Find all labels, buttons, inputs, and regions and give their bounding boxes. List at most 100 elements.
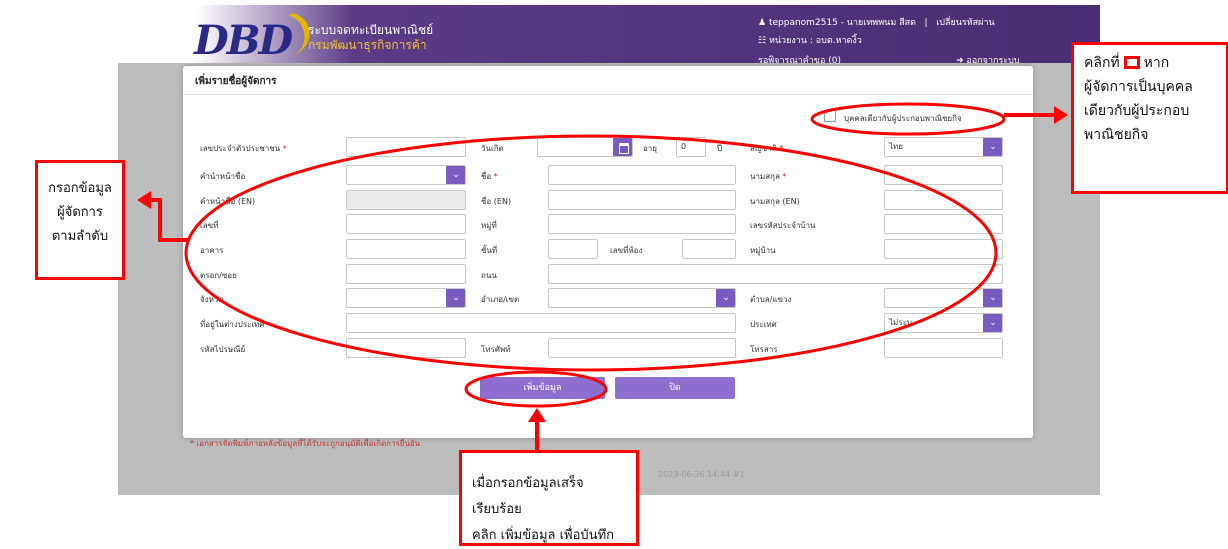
postcode-input[interactable]: [346, 338, 466, 358]
annotation-right-suffix: หาก: [1143, 55, 1170, 71]
fax-label: โทรสาร: [750, 345, 778, 354]
first-name-en-input[interactable]: [548, 190, 736, 210]
background-note: * เอกสารจัดพิมพ์ภายหลังข้อมูลที่ได้รับจะ…: [190, 439, 421, 448]
add-data-button[interactable]: เพิ่มข้อมูล: [480, 377, 605, 399]
annotation-right-line3: เดียวกับผู้ประกอบ: [1084, 103, 1190, 119]
house-code-input[interactable]: [884, 214, 1003, 234]
postcode-label: รหัสไปรษณีย์: [200, 345, 246, 354]
chevron-down-icon[interactable]: ⌄: [983, 314, 1002, 332]
road-input[interactable]: [548, 264, 1003, 284]
first-name-input[interactable]: [548, 165, 736, 185]
stage: DBD ระบบจดทะเบียนพาณิชย์ กรมพัฒนาธุรกิจก…: [0, 0, 1228, 549]
background-timestamp: 2023-06-26 14:44 #1: [658, 470, 745, 479]
moo-input[interactable]: [548, 214, 736, 234]
id-card-input[interactable]: [346, 137, 466, 157]
nationality-value: ไทย: [889, 142, 903, 151]
chevron-down-icon[interactable]: ⌄: [983, 138, 1002, 156]
last-name-label-text: นามสกุล: [750, 172, 780, 181]
annotation-right-line2: ผู้จัดการเป็นบุคคล: [1084, 79, 1193, 95]
birth-date-label: วันเกิด: [481, 144, 504, 153]
room-input[interactable]: [682, 239, 736, 259]
subdistrict-select[interactable]: ⌄: [884, 288, 1003, 308]
chevron-down-icon[interactable]: ⌄: [446, 166, 465, 184]
age-input[interactable]: 0: [676, 137, 706, 157]
annotation-right-line4: พาณิชยกิจ: [1084, 127, 1149, 143]
last-name-label: นามสกุล *: [750, 170, 786, 183]
same-person-checkbox[interactable]: [824, 110, 836, 122]
first-name-en-label: ชื่อ (EN): [481, 197, 512, 206]
building-label: อาคาร: [200, 246, 224, 255]
user-icon: ♟: [758, 18, 767, 28]
district-select[interactable]: ⌄: [548, 288, 736, 308]
last-name-en-label: นามสกุล (EN): [750, 197, 800, 206]
floor-input[interactable]: [548, 239, 598, 259]
age-unit-label: ปี: [717, 144, 723, 153]
road-label: ถนน: [481, 271, 497, 280]
annotation-fill-form: กรอกข้อมูล ผู้จัดการ ตามลำดับ: [35, 160, 125, 280]
id-card-label-text: เลขประจำตัวประชาชน: [200, 144, 281, 153]
pending-requests-link[interactable]: รอพิจารณาคำขอ (0): [758, 53, 841, 67]
phone-input[interactable]: [548, 338, 736, 358]
annotation-right-line1: คลิกที่ หาก: [1084, 51, 1216, 75]
modal-divider: [183, 94, 1033, 95]
chevron-down-icon[interactable]: ⌄: [446, 289, 465, 307]
room-label: เลขที่ห้อง: [610, 246, 643, 255]
required-mark: *: [782, 172, 787, 181]
chevron-down-icon[interactable]: ⌄: [983, 289, 1002, 307]
nationality-select[interactable]: ไทย ⌄: [884, 137, 1003, 157]
foreign-address-input[interactable]: [346, 313, 736, 333]
building-input[interactable]: [346, 239, 466, 259]
add-manager-modal: เพิ่มรายชื่อผู้จัดการ บุคคลเดียวกับผู้ปร…: [183, 66, 1033, 438]
annotation-left-line3: ตามลำดับ: [51, 229, 109, 244]
required-mark: *: [282, 144, 287, 153]
last-name-en-input[interactable]: [884, 190, 1003, 210]
required-mark: *: [493, 172, 498, 181]
last-name-input[interactable]: [884, 165, 1003, 185]
change-password-link[interactable]: เปลี่ยนรหัสผ่าน: [936, 18, 994, 28]
calendar-icon[interactable]: [613, 138, 632, 156]
fax-input[interactable]: [884, 338, 1003, 358]
same-person-label: บุคคลเดียวกับผู้ประกอบพาณิชยกิจ: [844, 114, 962, 123]
prefix-en-label: คำหน้าชื่อ (EN): [200, 197, 256, 206]
annotation-left-line1: กรอกข้อมูล: [48, 181, 112, 196]
district-label: อำเภอ/เขต: [481, 295, 520, 304]
province-label: จังหวัด: [200, 295, 224, 304]
required-mark: *: [779, 144, 784, 153]
house-code-label: เลขรหัสประจำบ้าน: [750, 221, 816, 230]
province-select[interactable]: ⌄: [346, 288, 466, 308]
village-input[interactable]: [884, 239, 1003, 259]
chevron-down-icon[interactable]: ⌄: [716, 289, 735, 307]
user-info: ♟ teppanom2515 - นายเทพพนม สีสด | เปลี่ย…: [758, 15, 995, 29]
prefix-select[interactable]: ⌄: [346, 165, 466, 185]
nationality-label: สัญชาติ *: [750, 142, 783, 155]
logout-link[interactable]: ➜ ออกจากระบบ: [956, 53, 1020, 67]
annotation-bottom-line1: เมื่อกรอกข้อมูลเสร็จเรียบร้อย: [472, 476, 584, 517]
department-name: กรมพัฒนาธุรกิจการค้า: [308, 38, 427, 52]
separator: |: [924, 18, 928, 28]
first-name-label: ชื่อ *: [481, 170, 498, 183]
annotation-bottom-line2: คลิก เพิ่มข้อมูล เพื่อบันทึก: [472, 528, 615, 543]
country-value: ไม่ระบุ: [889, 318, 912, 327]
village-label: หมู่บ้าน: [750, 246, 776, 255]
modal-title: เพิ่มรายชื่อผู้จัดการ: [195, 76, 277, 87]
country-label: ประเทศ: [750, 320, 777, 329]
unit-name: หน่วยงาน : อบต.หาดงิ้ว: [768, 36, 862, 46]
org-icon: ☷: [758, 36, 767, 46]
foreign-address-label: ที่อยู่ในต่างประเทศ: [200, 320, 265, 329]
app-header: DBD ระบบจดทะเบียนพาณิชย์ กรมพัฒนาธุรกิจก…: [118, 5, 1100, 66]
soi-label: ตรอก/ซอย: [200, 271, 237, 280]
birth-date-input[interactable]: [537, 137, 633, 157]
soi-input[interactable]: [346, 264, 466, 284]
prefix-label: คำนำหน้าชื่อ: [200, 172, 246, 181]
close-button[interactable]: ปิด: [615, 377, 735, 399]
checkbox-sample-icon: [1123, 56, 1140, 69]
id-card-label: เลขประจำตัวประชาชน *: [200, 142, 287, 155]
moo-label: หมู่ที่: [481, 221, 497, 230]
subdistrict-label: ตำบล/แขวง: [750, 295, 792, 304]
logout-icon: ➜: [956, 56, 964, 66]
country-select[interactable]: ไม่ระบุ ⌄: [884, 313, 1003, 333]
annotation-same-person: คลิกที่ หาก ผู้จัดการเป็นบุคคล เดียวกับผู…: [1071, 42, 1228, 194]
logout-label: ออกจากระบบ: [966, 56, 1020, 66]
nationality-label-text: สัญชาติ: [750, 144, 777, 153]
house-no-input[interactable]: [346, 214, 466, 234]
